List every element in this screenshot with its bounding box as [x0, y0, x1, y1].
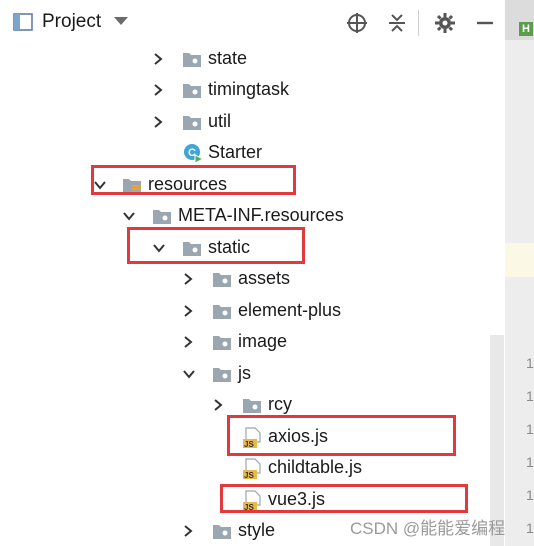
folder-icon: [213, 305, 231, 319]
chevron-down-icon[interactable]: [121, 208, 137, 224]
line-number: 1: [526, 520, 534, 536]
tree-item-label: js: [238, 363, 251, 383]
tree-item-label: image: [238, 331, 288, 351]
tree-item-util[interactable]: util: [0, 107, 505, 137]
line-number: 1: [526, 421, 534, 437]
project-folder-icon: [13, 13, 33, 31]
highlight-box-vue3: [220, 484, 468, 513]
line-number: 1: [526, 454, 534, 470]
chevron-right-icon[interactable]: [180, 523, 196, 539]
chevron-right-icon[interactable]: [210, 397, 226, 413]
project-title[interactable]: Project: [42, 11, 101, 33]
folder-icon: [183, 84, 201, 98]
folder-icon: [213, 368, 231, 382]
tree-item-label: style: [238, 520, 276, 540]
minimize-icon[interactable]: [474, 12, 496, 34]
project-tree: state timingtask util C Starter resource…: [0, 44, 505, 546]
tree-item-label: util: [208, 111, 232, 131]
line-number: 1: [526, 355, 534, 371]
folder-icon: [183, 53, 201, 67]
tree-item-js[interactable]: js: [0, 359, 505, 389]
folder-icon: [213, 336, 231, 350]
chevron-right-icon[interactable]: [150, 51, 166, 67]
folder-icon: [213, 273, 231, 287]
tree-item-label: element-plus: [238, 300, 342, 320]
chevron-right-icon[interactable]: [180, 271, 196, 287]
tree-item-element-plus[interactable]: element-plus: [0, 296, 505, 326]
tree-item-state[interactable]: state: [0, 44, 505, 74]
tree-item-label: assets: [238, 268, 291, 288]
tree-item-label: state: [208, 48, 248, 68]
collapse-all-icon[interactable]: [386, 12, 408, 34]
java-class-icon: C: [184, 144, 204, 164]
chevron-down-icon[interactable]: [114, 17, 128, 25]
tree-item-label: META-INF.resources: [178, 205, 344, 225]
tree-item-label: childtable.js: [268, 457, 363, 477]
tree-item-assets[interactable]: assets: [0, 264, 505, 294]
editor-tab[interactable]: H: [505, 0, 534, 40]
chevron-down-icon[interactable]: [181, 366, 197, 382]
folder-icon: [153, 210, 171, 224]
current-line-highlight: [505, 243, 534, 277]
chevron-right-icon[interactable]: [150, 114, 166, 130]
watermark-text: CSDN @能能爱编程: [350, 519, 506, 538]
tree-item-label: Starter: [208, 142, 263, 162]
crosshair-icon[interactable]: [346, 12, 368, 34]
js-file-icon: JS: [243, 458, 261, 480]
gear-icon[interactable]: [434, 12, 456, 34]
svg-text:JS: JS: [244, 471, 254, 480]
chevron-right-icon[interactable]: [180, 303, 196, 319]
tree-item-label: rcy: [268, 394, 292, 414]
tree-item-timingtask[interactable]: timingtask: [0, 75, 505, 105]
folder-icon: [183, 116, 201, 130]
tree-item-image[interactable]: image: [0, 327, 505, 357]
highlight-box-static: [127, 227, 305, 264]
line-number: 1: [526, 487, 534, 503]
project-tool-window-header: Project: [0, 0, 505, 44]
chevron-right-icon[interactable]: [180, 334, 196, 350]
tree-item-childtable-js[interactable]: JS childtable.js: [0, 453, 505, 483]
chevron-right-icon[interactable]: [150, 82, 166, 98]
tree-item-label: timingtask: [208, 79, 290, 99]
tree-item-starter[interactable]: C Starter: [0, 138, 505, 168]
highlight-box-resources: [91, 165, 296, 195]
folder-icon: [243, 399, 261, 413]
header-separator: [418, 10, 419, 36]
line-number: 1: [526, 388, 534, 404]
highlight-box-axios: [227, 415, 456, 456]
folder-icon: [213, 525, 231, 539]
tab-file-badge: H: [519, 22, 533, 36]
